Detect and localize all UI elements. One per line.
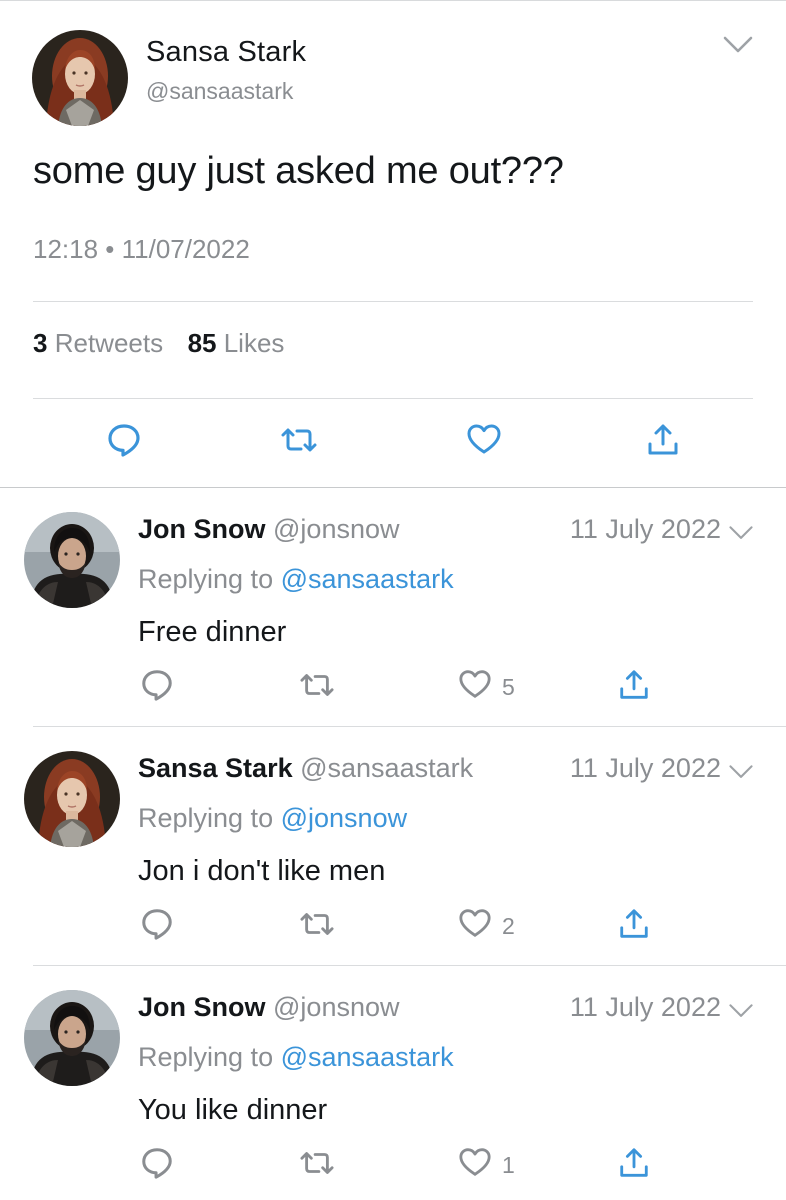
reply-tweet[interactable]: Jon Snow @jonsnow 11 July 2022 Replying … xyxy=(0,966,786,1200)
main-tweet: Sansa Stark @sansaastark some guy just a… xyxy=(0,0,786,488)
author-handle[interactable]: @sansaastark xyxy=(300,753,473,783)
author-name[interactable]: Sansa Stark xyxy=(138,753,293,783)
divider xyxy=(33,398,753,399)
avatar[interactable] xyxy=(24,751,120,847)
reply-tweet[interactable]: Jon Snow @jonsnow 11 July 2022 Replying … xyxy=(0,488,786,727)
reply-icon[interactable] xyxy=(140,1146,174,1180)
like-count: 5 xyxy=(502,674,515,700)
retweets-count: 3 xyxy=(33,328,48,358)
tweet-stats: 3 Retweets 85 Likes xyxy=(33,328,284,359)
share-icon[interactable] xyxy=(617,907,651,941)
avatar[interactable] xyxy=(24,512,120,608)
reply-icon[interactable] xyxy=(140,668,174,702)
reply-text: You like dinner xyxy=(138,1094,328,1126)
chevron-down-icon[interactable] xyxy=(728,763,754,781)
like-count: 2 xyxy=(502,913,515,939)
replying-to: Replying to @sansaastark xyxy=(138,1042,454,1073)
author-name[interactable]: Sansa Stark xyxy=(146,36,306,69)
retweet-icon[interactable] xyxy=(298,907,336,941)
reply-icon[interactable] xyxy=(106,422,142,458)
avatar[interactable] xyxy=(24,990,120,1086)
reply-tweet[interactable]: Sansa Stark @sansaastark 11 July 2022 Re… xyxy=(0,727,786,966)
avatar[interactable] xyxy=(32,30,128,126)
retweet-icon[interactable] xyxy=(279,422,319,458)
reply-text: Free dinner xyxy=(138,616,287,648)
reply-header: Jon Snow @jonsnow xyxy=(138,992,400,1023)
retweets-label: Retweets xyxy=(54,328,164,358)
like-icon[interactable] xyxy=(458,668,492,700)
author-name[interactable]: Jon Snow xyxy=(138,992,266,1022)
replying-label: Replying to xyxy=(138,803,274,833)
like-icon[interactable] xyxy=(458,907,492,939)
replying-to: Replying to @jonsnow xyxy=(138,803,407,834)
replying-label: Replying to xyxy=(138,1042,274,1072)
divider xyxy=(33,301,753,302)
chevron-down-icon[interactable] xyxy=(722,34,754,56)
share-icon[interactable] xyxy=(645,422,681,458)
like-icon[interactable] xyxy=(466,422,502,456)
share-icon[interactable] xyxy=(617,1146,651,1180)
reply-text: Jon i don't like men xyxy=(138,855,386,887)
tweet-timestamp: 12:18 • 11/07/2022 xyxy=(33,234,250,264)
likes-label: Likes xyxy=(223,328,285,358)
reply-date: 11 July 2022 xyxy=(569,753,721,783)
chevron-down-icon[interactable] xyxy=(728,524,754,542)
likes-count: 85 xyxy=(187,328,217,358)
share-icon[interactable] xyxy=(617,668,651,702)
likes-stat[interactable]: 85 Likes xyxy=(188,328,285,358)
author-handle[interactable]: @jonsnow xyxy=(273,514,399,544)
reply-header: Sansa Stark @sansaastark xyxy=(138,753,473,784)
retweet-icon[interactable] xyxy=(298,668,336,702)
reply-date: 11 July 2022 xyxy=(569,992,721,1022)
replying-label: Replying to xyxy=(138,564,274,594)
like-icon[interactable] xyxy=(458,1146,492,1178)
reply-icon[interactable] xyxy=(140,907,174,941)
chevron-down-icon[interactable] xyxy=(728,1002,754,1020)
reply-date: 11 July 2022 xyxy=(569,514,721,544)
mention-link[interactable]: @sansaastark xyxy=(281,1042,454,1072)
mention-link[interactable]: @jonsnow xyxy=(281,803,407,833)
author-name[interactable]: Jon Snow xyxy=(138,514,266,544)
mention-link[interactable]: @sansaastark xyxy=(281,564,454,594)
like-count: 1 xyxy=(502,1152,515,1178)
author-handle[interactable]: @jonsnow xyxy=(273,992,399,1022)
reply-header: Jon Snow @jonsnow xyxy=(138,514,400,545)
retweets-stat[interactable]: 3 Retweets xyxy=(33,328,170,358)
tweet-text: some guy just asked me out??? xyxy=(33,150,564,192)
replying-to: Replying to @sansaastark xyxy=(138,564,454,595)
retweet-icon[interactable] xyxy=(298,1146,336,1180)
author-handle[interactable]: @sansaastark xyxy=(146,78,293,105)
